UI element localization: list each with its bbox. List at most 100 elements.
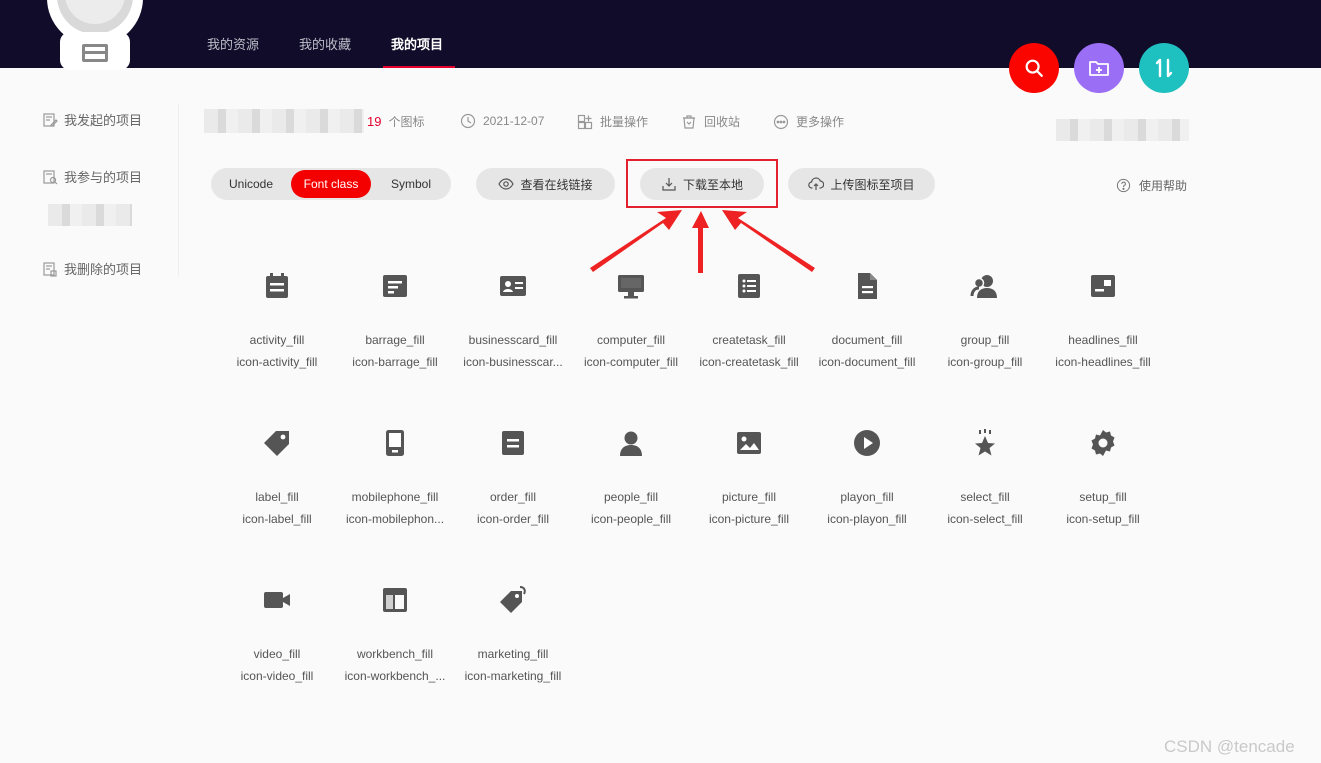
cloud-upload-icon bbox=[808, 177, 825, 190]
astronaut-mascot-icon bbox=[47, 0, 143, 70]
more-operations-button[interactable]: 更多操作 bbox=[773, 113, 844, 130]
icon-class-label: icon-video_fill bbox=[240, 669, 314, 683]
view-online-link-label: 查看在线链接 bbox=[520, 177, 593, 192]
arrow-right bbox=[722, 210, 815, 272]
icon-name-label: group_fill bbox=[960, 333, 1010, 347]
icon-name-label: createtask_fill bbox=[712, 333, 786, 347]
icon-card-createtask-fill[interactable]: createtask_fill icon-createtask_fill bbox=[690, 271, 808, 369]
icon-card-workbench-fill[interactable]: workbench_fill icon-workbench_... bbox=[336, 585, 454, 683]
icon-class-label: icon-picture_fill bbox=[708, 512, 790, 526]
icon-class-label: icon-marketing_fill bbox=[464, 669, 562, 683]
icon-card-picture-fill[interactable]: picture_fill icon-picture_fill bbox=[690, 428, 808, 526]
search-button[interactable] bbox=[1009, 43, 1059, 93]
icon-class-label: icon-label_fill bbox=[242, 512, 312, 526]
recycle-bin-button[interactable]: 回收站 bbox=[681, 113, 740, 130]
new-project-button[interactable] bbox=[1074, 43, 1124, 93]
icon-class-label: icon-headlines_fill bbox=[1055, 355, 1151, 369]
icon-card-order-fill[interactable]: order_fill icon-order_fill bbox=[454, 428, 572, 526]
icon-card-mobilephone-fill[interactable]: mobilephone_fill icon-mobilephon... bbox=[336, 428, 454, 526]
watermark: CSDN @tencade bbox=[1164, 737, 1295, 756]
icon-name-label: setup_fill bbox=[1079, 490, 1127, 504]
icon-card-activity-fill[interactable]: activity_fill icon-activity_fill bbox=[218, 271, 336, 369]
order-icon bbox=[498, 428, 528, 458]
top-navigation-bar bbox=[0, 0, 1321, 68]
icon-class-label: icon-people_fill bbox=[590, 512, 672, 526]
recycle-bin-icon bbox=[683, 114, 695, 129]
upload-icons-button[interactable]: 上传图标至项目 bbox=[788, 168, 935, 200]
icon-card-setup-fill[interactable]: setup_fill icon-setup_fill bbox=[1044, 428, 1162, 526]
star-select-icon bbox=[970, 428, 1000, 458]
sidebar-item-joined-projects[interactable]: 我参与的项目 bbox=[42, 167, 142, 186]
tab-unicode[interactable]: Unicode bbox=[215, 170, 287, 198]
icon-card-video-fill[interactable]: video_fill icon-video_fill bbox=[218, 585, 336, 683]
icon-name-label: select_fill bbox=[960, 490, 1010, 504]
icon-class-label: icon-order_fill bbox=[476, 512, 550, 526]
marketing-tag-icon bbox=[498, 585, 528, 615]
icon-card-label-fill[interactable]: label_fill icon-label_fill bbox=[218, 428, 336, 526]
view-online-link-button[interactable]: 查看在线链接 bbox=[476, 168, 615, 200]
gear-icon bbox=[1088, 428, 1118, 458]
batch-operation-button[interactable]: 批量操作 bbox=[577, 113, 648, 130]
play-icon bbox=[852, 428, 882, 458]
icon-name-label: document_fill bbox=[831, 333, 903, 347]
icon-name-label: businesscard_fill bbox=[468, 333, 558, 347]
folder-plus-icon bbox=[1089, 61, 1109, 76]
nav-my-projects[interactable]: 我的项目 bbox=[391, 34, 443, 53]
project-date-text: 2021-12-07 bbox=[483, 114, 545, 128]
icon-class-label: icon-select_fill bbox=[947, 512, 1023, 526]
icon-class-label: icon-setup_fill bbox=[1066, 512, 1140, 526]
help-link[interactable]: 使用帮助 bbox=[1116, 177, 1187, 194]
icon-card-businesscard-fill[interactable]: businesscard_fill icon-businesscar... bbox=[454, 271, 572, 369]
icon-name-label: video_fill bbox=[253, 647, 301, 661]
icon-card-document-fill[interactable]: document_fill icon-document_fill bbox=[808, 271, 926, 369]
icon-class-label: icon-activity_fill bbox=[236, 355, 318, 369]
icon-class-label: icon-mobilephon... bbox=[345, 512, 445, 526]
nav-my-resources[interactable]: 我的资源 bbox=[207, 34, 259, 53]
tab-symbol[interactable]: Symbol bbox=[375, 170, 447, 198]
eye-icon bbox=[498, 178, 515, 190]
tab-font-class[interactable]: Font class bbox=[291, 170, 371, 198]
document-icon bbox=[852, 271, 882, 301]
delete-document-icon bbox=[43, 261, 57, 277]
sidebar-item-created-projects[interactable]: 我发起的项目 bbox=[42, 110, 142, 129]
icon-card-people-fill[interactable]: people_fill icon-people_fill bbox=[572, 428, 690, 526]
icon-card-marketing-fill[interactable]: marketing_fill icon-marketing_fill bbox=[454, 585, 572, 683]
icon-name-label: label_fill bbox=[255, 490, 299, 504]
group-icon bbox=[970, 271, 1000, 301]
barrage-icon bbox=[380, 271, 410, 301]
icon-card-playon-fill[interactable]: playon_fill icon-playon_fill bbox=[808, 428, 926, 526]
edit-document-icon bbox=[43, 112, 58, 127]
active-nav-underline bbox=[383, 66, 455, 68]
icon-card-select-fill[interactable]: select_fill icon-select_fill bbox=[926, 428, 1044, 526]
nav-my-favorites[interactable]: 我的收藏 bbox=[299, 34, 351, 53]
project-date: 2021-12-07 bbox=[460, 113, 544, 129]
icon-card-barrage-fill[interactable]: barrage_fill icon-barrage_fill bbox=[336, 271, 454, 369]
icon-name-label: playon_fill bbox=[840, 490, 894, 504]
arrow-left bbox=[590, 210, 682, 272]
icon-card-headlines-fill[interactable]: headlines_fill icon-headlines_fill bbox=[1044, 271, 1162, 369]
icon-count-label: 个图标 bbox=[388, 115, 425, 129]
sidebar-item-label: 我发起的项目 bbox=[64, 113, 143, 128]
sort-button[interactable] bbox=[1139, 43, 1189, 93]
icon-name-label: picture_fill bbox=[721, 490, 777, 504]
video-camera-icon bbox=[262, 585, 292, 615]
code-format-tabs: Unicode Font class Symbol bbox=[211, 168, 451, 200]
batch-operation-label: 批量操作 bbox=[600, 115, 649, 129]
clock-icon bbox=[460, 113, 476, 129]
workbench-icon bbox=[380, 585, 410, 615]
icon-class-label: icon-workbench_... bbox=[344, 669, 446, 683]
sidebar-item-label: 我参与的项目 bbox=[64, 170, 143, 185]
more-operations-label: 更多操作 bbox=[796, 115, 845, 129]
blurred-project-name[interactable] bbox=[48, 204, 132, 226]
calendar-icon bbox=[262, 271, 292, 301]
icon-class-label: icon-createtask_fill bbox=[699, 355, 799, 369]
icon-card-group-fill[interactable]: group_fill icon-group_fill bbox=[926, 271, 1044, 369]
batch-grid-icon bbox=[577, 114, 593, 129]
sidebar-item-deleted-projects[interactable]: 我删除的项目 bbox=[42, 259, 142, 278]
person-icon bbox=[616, 428, 646, 458]
icon-card-computer-fill[interactable]: computer_fill icon-computer_fill bbox=[572, 271, 690, 369]
icon-name-label: barrage_fill bbox=[365, 333, 425, 347]
icon-class-label: icon-group_fill bbox=[947, 355, 1023, 369]
icon-name-label: computer_fill bbox=[596, 333, 666, 347]
tag-icon bbox=[262, 428, 292, 458]
